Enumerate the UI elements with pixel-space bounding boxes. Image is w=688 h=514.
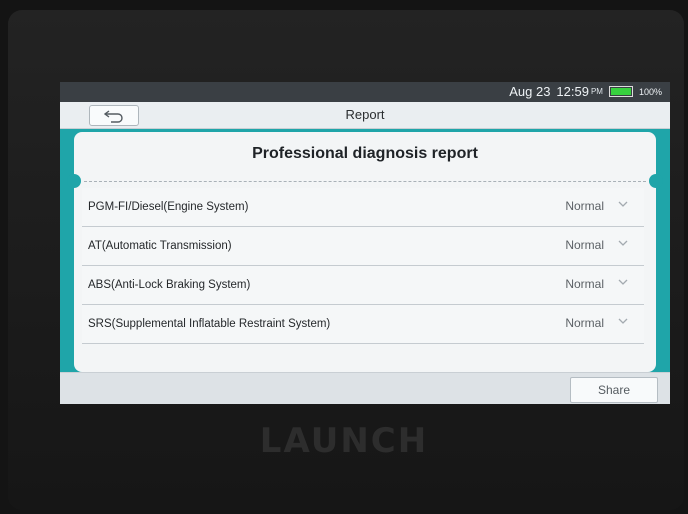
chevron-down-icon xyxy=(618,201,628,207)
title-bar: Report xyxy=(60,102,670,129)
row-system-label: AT(Automatic Transmission) xyxy=(88,240,232,252)
report-row-abs[interactable]: ABS(Anti-Lock Braking System) Normal xyxy=(82,266,644,305)
row-system-label: PGM-FI/Diesel(Engine System) xyxy=(88,201,249,213)
report-row-transmission[interactable]: AT(Automatic Transmission) Normal xyxy=(82,227,644,266)
row-system-label: ABS(Anti-Lock Braking System) xyxy=(88,279,251,291)
report-row-engine[interactable]: PGM-FI/Diesel(Engine System) Normal xyxy=(82,188,644,227)
row-status: Normal xyxy=(565,277,604,291)
chevron-down-icon xyxy=(618,279,628,285)
screen: Aug 23 12:59 PM 100% Report Professional… xyxy=(60,82,670,404)
battery-icon xyxy=(608,86,633,97)
status-ampm: PM xyxy=(590,87,603,96)
chevron-down-icon xyxy=(618,240,628,246)
page-title: Report xyxy=(345,107,385,122)
row-status: Normal xyxy=(565,316,604,330)
row-status: Normal xyxy=(565,199,604,213)
status-date: Aug 23 xyxy=(509,84,551,99)
chevron-down-icon xyxy=(618,318,628,324)
device-brand-logo: LAUNCH xyxy=(259,421,429,461)
bottom-bar: Share xyxy=(60,372,670,404)
row-system-label: SRS(Supplemental Inflatable Restraint Sy… xyxy=(88,318,331,330)
heading-divider xyxy=(84,181,646,182)
report-panel: Professional diagnosis report PGM-FI/Die… xyxy=(67,132,663,372)
panel-notch-right xyxy=(649,174,663,188)
report-heading: Professional diagnosis report xyxy=(252,145,478,162)
status-time: 12:59 xyxy=(556,84,589,99)
share-button[interactable]: Share xyxy=(570,377,658,403)
battery-percent: 100% xyxy=(638,86,662,97)
row-status: Normal xyxy=(565,238,604,252)
status-bar: Aug 23 12:59 PM 100% xyxy=(60,82,670,102)
panel-notch-left xyxy=(67,174,81,188)
report-row-srs[interactable]: SRS(Supplemental Inflatable Restraint Sy… xyxy=(82,305,644,344)
battery-level xyxy=(610,88,631,95)
